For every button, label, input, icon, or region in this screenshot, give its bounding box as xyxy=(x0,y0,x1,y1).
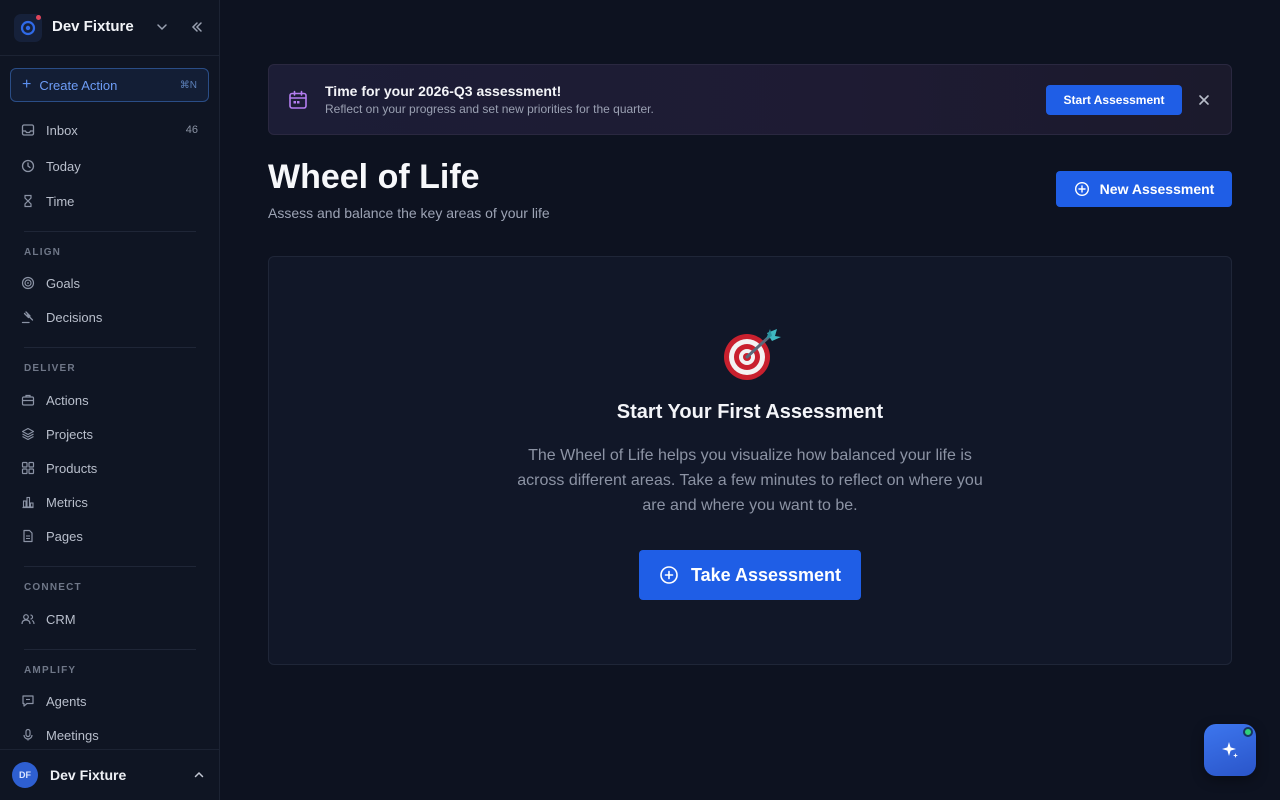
sidebar-item-today[interactable]: Today xyxy=(10,151,209,181)
new-assessment-label: New Assessment xyxy=(1099,181,1215,197)
divider xyxy=(24,231,196,232)
page-title: Wheel of Life xyxy=(268,158,480,196)
new-assessment-button[interactable]: New Assessment xyxy=(1056,171,1232,207)
sidebar-item-products[interactable]: Products xyxy=(10,453,209,483)
inbox-icon xyxy=(20,122,36,138)
notification-dot xyxy=(36,15,41,20)
bar-chart-icon xyxy=(20,494,36,510)
sidebar-item-label: Decisions xyxy=(46,309,103,325)
sidebar-item-inbox[interactable]: Inbox 46 xyxy=(10,115,209,145)
banner-subtitle: Reflect on your progress and set new pri… xyxy=(325,102,654,116)
chat-icon xyxy=(20,693,36,709)
start-assessment-button[interactable]: Start Assessment xyxy=(1046,85,1182,115)
sidebar-item-label: Pages xyxy=(46,528,83,544)
sidebar-item-label: Today xyxy=(46,158,81,174)
ai-assistant-button[interactable] xyxy=(1204,724,1256,776)
empty-state-card: Start Your First Assessment The Wheel of… xyxy=(268,256,1232,665)
document-icon xyxy=(20,528,36,544)
online-status-dot xyxy=(1243,727,1253,737)
user-name: Dev Fixture xyxy=(50,767,127,783)
inbox-count: 46 xyxy=(185,124,198,136)
sidebar-item-goals[interactable]: Goals xyxy=(10,268,209,298)
sidebar-item-label: Projects xyxy=(46,426,93,442)
logo-icon xyxy=(20,20,36,36)
sidebar-item-label: CRM xyxy=(46,611,76,627)
dart-target-icon xyxy=(724,329,781,380)
page-subtitle: Assess and balance the key areas of your… xyxy=(268,205,550,221)
sidebar-item-label: Meetings xyxy=(46,727,99,743)
create-action-button[interactable]: + Create Action ⌘N xyxy=(10,68,209,102)
empty-state-title: Start Your First Assessment xyxy=(616,401,884,423)
workspace-logo[interactable] xyxy=(14,14,42,42)
grid-icon xyxy=(20,460,36,476)
sidebar-item-label: Goals xyxy=(46,275,80,291)
sidebar-item-projects[interactable]: Projects xyxy=(10,419,209,449)
section-label-deliver: DELIVER xyxy=(24,363,76,374)
plus-icon: + xyxy=(22,76,32,93)
sidebar-item-agents[interactable]: Agents xyxy=(10,686,209,716)
plus-circle-icon xyxy=(1074,181,1089,197)
create-action-label: Create Action xyxy=(39,77,118,93)
collapse-sidebar-icon[interactable] xyxy=(190,20,204,34)
take-assessment-button[interactable]: Take Assessment xyxy=(639,550,861,600)
workspace-name[interactable]: Dev Fixture xyxy=(52,18,134,35)
microphone-icon xyxy=(20,727,36,743)
empty-state-description: The Wheel of Life helps you visualize ho… xyxy=(517,447,983,514)
hourglass-icon xyxy=(20,193,36,209)
section-label-amplify: AMPLIFY xyxy=(24,665,77,676)
sidebar-item-decisions[interactable]: Decisions xyxy=(10,302,209,332)
sidebar-item-pages[interactable]: Pages xyxy=(10,521,209,551)
assessment-banner: Time for your 2026-Q3 assessment! Reflec… xyxy=(268,64,1232,135)
sidebar-item-time[interactable]: Time xyxy=(10,186,209,216)
sidebar-item-crm[interactable]: CRM xyxy=(10,604,209,634)
chevron-down-icon[interactable] xyxy=(155,20,169,34)
sidebar-item-label: Agents xyxy=(46,693,87,709)
sidebar-item-label: Time xyxy=(46,193,75,209)
clock-icon xyxy=(20,158,36,174)
shortcut-hint: ⌘N xyxy=(179,79,197,91)
divider xyxy=(24,649,196,650)
sidebar-item-label: Inbox xyxy=(46,122,78,138)
plus-circle-icon xyxy=(660,566,678,584)
divider xyxy=(24,347,196,348)
close-icon[interactable] xyxy=(1197,93,1211,107)
section-label-connect: CONNECT xyxy=(24,582,82,593)
take-assessment-label: Take Assessment xyxy=(690,564,842,585)
gavel-icon xyxy=(20,309,36,325)
section-label-align: ALIGN xyxy=(24,247,62,258)
sparkle-icon xyxy=(1222,742,1238,758)
sidebar-item-label: Actions xyxy=(46,392,89,408)
sidebar: Dev Fixture + Create Action ⌘N Inbox 46 … xyxy=(0,0,220,800)
banner-title: Time for your 2026-Q3 assessment! xyxy=(325,83,562,99)
workspace-header: Dev Fixture xyxy=(0,0,219,56)
sidebar-item-meetings[interactable]: Meetings xyxy=(10,720,209,750)
sidebar-item-metrics[interactable]: Metrics xyxy=(10,487,209,517)
layers-icon xyxy=(20,426,36,442)
chevron-up-icon[interactable] xyxy=(193,769,205,781)
target-icon xyxy=(20,275,36,291)
sidebar-item-label: Metrics xyxy=(46,494,88,510)
divider xyxy=(24,566,196,567)
avatar: DF xyxy=(12,762,38,788)
users-icon xyxy=(20,611,36,627)
sidebar-item-label: Products xyxy=(46,460,98,476)
user-menu[interactable]: DF Dev Fixture xyxy=(0,749,219,800)
sidebar-item-actions[interactable]: Actions xyxy=(10,385,209,415)
briefcase-icon xyxy=(20,392,36,408)
calendar-icon xyxy=(289,90,307,109)
